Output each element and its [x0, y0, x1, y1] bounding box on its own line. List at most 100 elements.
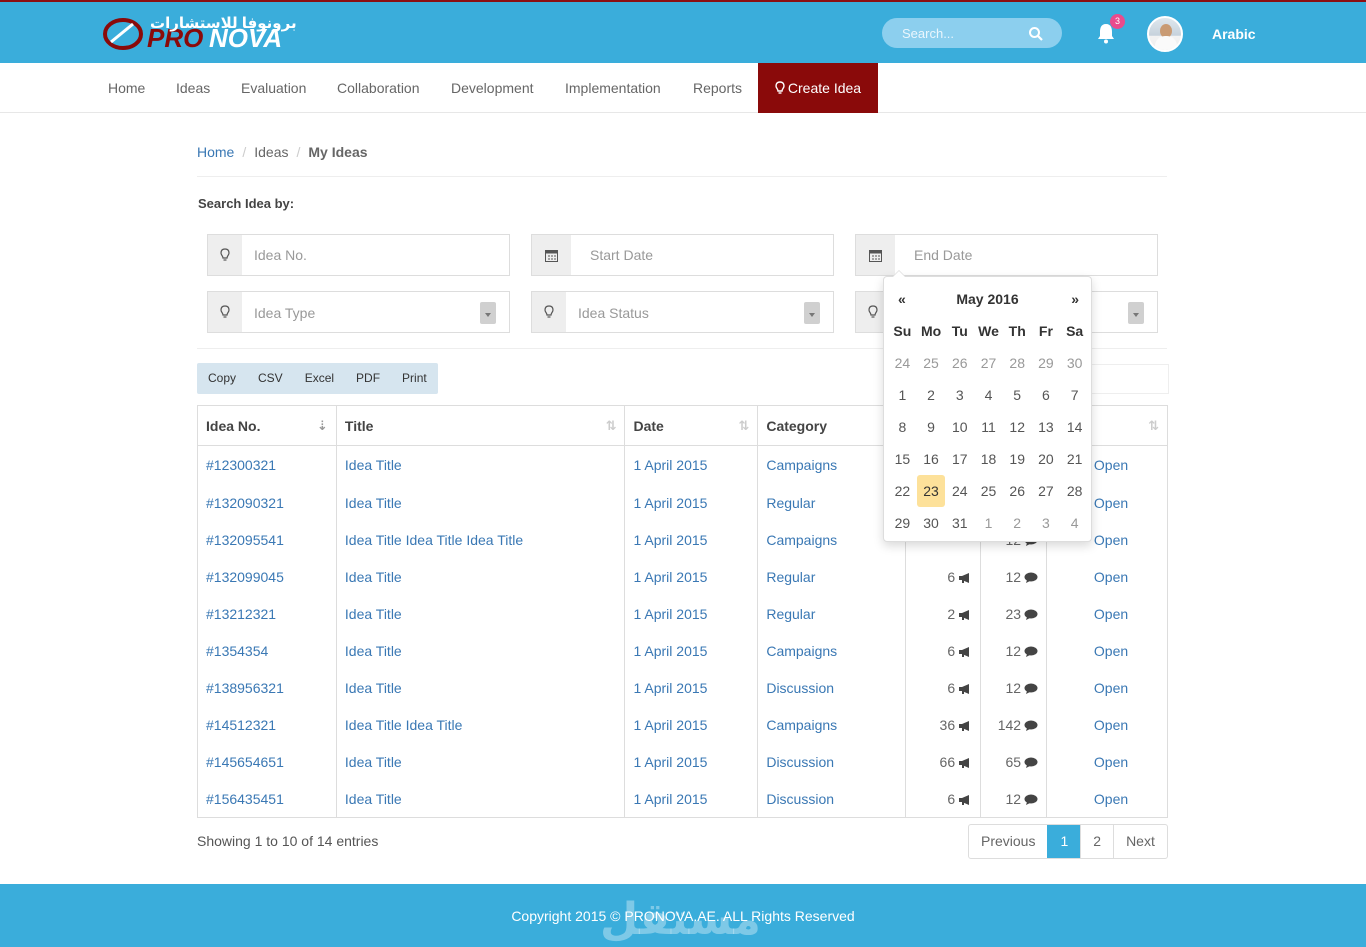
idea-status[interactable]: Open — [1046, 595, 1168, 633]
idea-title-link[interactable]: Idea Title — [336, 445, 626, 485]
idea-title-link[interactable]: Idea Title — [336, 558, 626, 596]
idea-category[interactable]: Discussion — [757, 780, 907, 818]
calendar-day[interactable]: 10 — [945, 411, 974, 443]
idea-category[interactable]: Campaigns — [757, 706, 907, 744]
col-title[interactable]: Title ⇅ — [336, 405, 626, 446]
calendar-day[interactable]: 4 — [974, 379, 1003, 411]
copy-button[interactable]: Copy — [197, 363, 247, 394]
calendar-day[interactable]: 21 — [1060, 443, 1089, 475]
datepicker-prev-button[interactable]: « — [898, 291, 906, 307]
breadcrumb-home[interactable]: Home — [197, 144, 234, 160]
idea-title-link[interactable]: Idea Title — [336, 669, 626, 707]
nav-home[interactable]: Home — [108, 63, 145, 113]
idea-no-link[interactable]: #13212321 — [197, 595, 337, 633]
calendar-day[interactable]: 13 — [1032, 411, 1061, 443]
calendar-day[interactable]: 16 — [917, 443, 946, 475]
datepicker-next-button[interactable]: » — [1071, 291, 1079, 307]
idea-date[interactable]: 1 April 2015 — [624, 595, 759, 633]
calendar-day[interactable]: 6 — [1032, 379, 1061, 411]
calendar-day[interactable]: 3 — [1032, 507, 1061, 539]
calendar-day[interactable]: 26 — [1003, 475, 1032, 507]
nav-implementation[interactable]: Implementation — [565, 63, 661, 113]
chevron-down-icon[interactable] — [1128, 302, 1144, 324]
excel-button[interactable]: Excel — [294, 363, 345, 394]
idea-no-link[interactable]: #1354354 — [197, 632, 337, 670]
breadcrumb-ideas[interactable]: Ideas — [254, 144, 288, 160]
datepicker-title[interactable]: May 2016 — [884, 291, 1091, 307]
idea-date[interactable]: 1 April 2015 — [624, 558, 759, 596]
calendar-day[interactable]: 8 — [888, 411, 917, 443]
idea-no-link[interactable]: #12300321 — [197, 445, 337, 485]
calendar-day[interactable]: 14 — [1060, 411, 1089, 443]
idea-date[interactable]: 1 April 2015 — [624, 484, 759, 522]
calendar-day[interactable]: 15 — [888, 443, 917, 475]
idea-status[interactable]: Open — [1046, 632, 1168, 670]
create-idea-button[interactable]: Create Idea — [758, 63, 878, 113]
page-2-button[interactable]: 2 — [1080, 825, 1113, 858]
idea-date[interactable]: 1 April 2015 — [624, 521, 759, 559]
idea-no-link[interactable]: #132090321 — [197, 484, 337, 522]
idea-no-link[interactable]: #145654651 — [197, 743, 337, 781]
table-filter-input[interactable] — [1090, 364, 1169, 394]
calendar-day[interactable]: 4 — [1060, 507, 1089, 539]
idea-title-link[interactable]: Idea Title — [336, 743, 626, 781]
calendar-day[interactable]: 28 — [1003, 347, 1032, 379]
calendar-day[interactable]: 2 — [1003, 507, 1032, 539]
calendar-day[interactable]: 26 — [945, 347, 974, 379]
calendar-day[interactable]: 25 — [917, 347, 946, 379]
csv-button[interactable]: CSV — [247, 363, 294, 394]
idea-date[interactable]: 1 April 2015 — [624, 706, 759, 744]
page-1-button[interactable]: 1 — [1047, 825, 1081, 858]
nav-ideas[interactable]: Ideas — [176, 63, 210, 113]
idea-category[interactable]: Regular — [757, 595, 907, 633]
idea-status-select[interactable]: Idea Status — [531, 291, 834, 333]
search-icon[interactable] — [1028, 26, 1044, 42]
calendar-day[interactable]: 29 — [1032, 347, 1061, 379]
idea-no-link[interactable]: #132095541 — [197, 521, 337, 559]
idea-no-link[interactable]: #14512321 — [197, 706, 337, 744]
idea-date[interactable]: 1 April 2015 — [624, 445, 759, 485]
calendar-day[interactable]: 5 — [1003, 379, 1032, 411]
idea-category[interactable]: Regular — [757, 558, 907, 596]
calendar-day[interactable]: 23 — [916, 475, 946, 507]
user-avatar[interactable] — [1147, 16, 1183, 52]
col-idea-no[interactable]: Idea No. ⇣ — [197, 405, 337, 446]
next-button[interactable]: Next — [1113, 825, 1167, 858]
idea-title-link[interactable]: Idea Title — [336, 484, 626, 522]
idea-title-link[interactable]: Idea Title Idea Title — [336, 706, 626, 744]
calendar-day[interactable]: 17 — [945, 443, 974, 475]
idea-type-select[interactable]: Idea Type — [207, 291, 510, 333]
idea-status[interactable]: Open — [1046, 780, 1168, 818]
idea-date[interactable]: 1 April 2015 — [624, 780, 759, 818]
calendar-day[interactable]: 27 — [1032, 475, 1061, 507]
calendar-day[interactable]: 19 — [1003, 443, 1032, 475]
idea-no-link[interactable]: #138956321 — [197, 669, 337, 707]
chevron-down-icon[interactable] — [804, 302, 820, 324]
calendar-day[interactable]: 29 — [888, 507, 917, 539]
calendar-day[interactable]: 1 — [974, 507, 1003, 539]
idea-status[interactable]: Open — [1046, 558, 1168, 596]
idea-category[interactable]: Discussion — [757, 743, 907, 781]
calendar-day[interactable]: 27 — [974, 347, 1003, 379]
idea-category[interactable]: Campaigns — [757, 632, 907, 670]
col-date[interactable]: Date ⇅ — [624, 405, 759, 446]
calendar-day[interactable]: 31 — [945, 507, 974, 539]
idea-date[interactable]: 1 April 2015 — [624, 743, 759, 781]
calendar-day[interactable]: 18 — [974, 443, 1003, 475]
calendar-day[interactable]: 7 — [1060, 379, 1089, 411]
calendar-day[interactable]: 22 — [888, 475, 917, 507]
idea-title-link[interactable]: Idea Title Idea Title Idea Title — [336, 521, 626, 559]
calendar-day[interactable]: 25 — [974, 475, 1003, 507]
idea-status[interactable]: Open — [1046, 743, 1168, 781]
nav-collaboration[interactable]: Collaboration — [337, 63, 420, 113]
idea-status[interactable]: Open — [1046, 669, 1168, 707]
idea-status[interactable]: Open — [1046, 706, 1168, 744]
idea-no-link[interactable]: #156435451 — [197, 780, 337, 818]
previous-button[interactable]: Previous — [969, 825, 1047, 858]
calendar-day[interactable]: 12 — [1003, 411, 1032, 443]
calendar-day[interactable]: 3 — [945, 379, 974, 411]
calendar-day[interactable]: 2 — [917, 379, 946, 411]
pdf-button[interactable]: PDF — [345, 363, 391, 394]
language-switch[interactable]: Arabic — [1212, 26, 1256, 42]
print-button[interactable]: Print — [391, 363, 438, 394]
